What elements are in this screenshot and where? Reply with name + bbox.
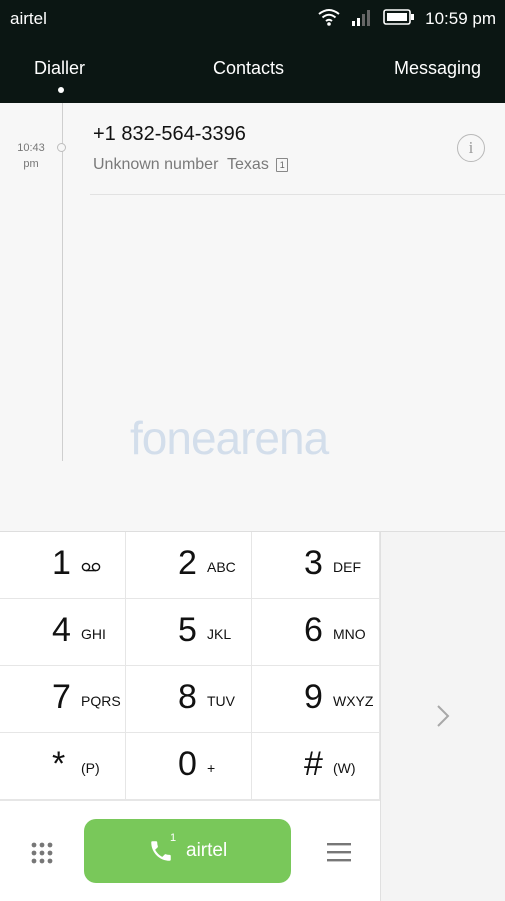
key-digit: 3: [304, 544, 323, 582]
tab-messaging[interactable]: Messaging: [394, 58, 481, 79]
key-letters: (P): [81, 760, 100, 776]
key-letters: ABC: [207, 559, 236, 575]
key-letters: TUV: [207, 693, 235, 709]
call-time-period: pm: [23, 158, 39, 170]
bottom-bar: 1 airtel: [0, 800, 380, 901]
key-letters: +: [207, 760, 216, 776]
tab-bar: Dialler Contacts Messaging: [0, 38, 505, 103]
key-letters: MNO: [333, 626, 366, 642]
carrier-name: airtel: [10, 9, 47, 28]
key-2[interactable]: 2 ABC: [126, 532, 252, 599]
key-digit: *: [52, 745, 66, 783]
tab-dialler[interactable]: Dialler: [34, 58, 85, 79]
call-time-clock: 10:43: [17, 142, 45, 154]
caller-type: Unknown number: [93, 156, 219, 173]
key-5[interactable]: 5 JKL: [126, 599, 252, 666]
key-digit: 5: [178, 611, 197, 649]
key-digit: 8: [178, 678, 197, 716]
tab-contacts[interactable]: Contacts: [213, 58, 284, 79]
key-3[interactable]: 3 DEF: [252, 532, 380, 599]
battery-icon: [383, 8, 415, 30]
status-time: 10:59 pm: [425, 9, 496, 28]
key-digit: 6: [304, 611, 323, 649]
key-letters: GHI: [81, 626, 106, 642]
active-tab-indicator: [58, 87, 64, 93]
call-button-label: airtel: [186, 840, 228, 861]
key-letters: JKL: [207, 626, 232, 642]
key-digit: 2: [178, 544, 197, 582]
key-letters: WXYZ: [333, 693, 374, 709]
menu-icon[interactable]: [326, 842, 352, 862]
voicemail-icon: [81, 559, 101, 575]
key-hash[interactable]: # (W): [252, 733, 380, 800]
timeline-dot: [57, 143, 66, 152]
key-digit: #: [304, 745, 323, 783]
wifi-icon: [317, 8, 341, 31]
info-icon[interactable]: i: [457, 134, 485, 162]
chevron-right-icon[interactable]: [436, 704, 450, 733]
call-sim-number: 1: [170, 832, 177, 844]
key-letters: (W): [333, 760, 356, 776]
key-digit: 1: [52, 544, 71, 582]
status-bar: airtel 10:59 pm: [0, 0, 505, 38]
watermark: fonearena: [130, 411, 329, 465]
key-4[interactable]: 4 GHI: [0, 599, 126, 666]
caller-info: Unknown number Texas 1: [93, 156, 289, 174]
call-time: 10:43 pm: [12, 140, 50, 172]
key-9[interactable]: 9 WXYZ: [252, 666, 380, 733]
key-star[interactable]: * (P): [0, 733, 126, 800]
caller-number: +1 832-564-3396: [93, 123, 246, 145]
dialpad-grid-icon[interactable]: [30, 841, 54, 865]
signal-icon: [351, 8, 373, 31]
sim-badge: 1: [276, 158, 289, 172]
key-letters: DEF: [333, 559, 361, 575]
key-digit: 7: [52, 678, 71, 716]
caller-location: Texas: [227, 156, 269, 173]
key-digit: 4: [52, 611, 71, 649]
key-1[interactable]: 1: [0, 532, 126, 599]
call-button[interactable]: 1 airtel: [84, 819, 291, 883]
key-7[interactable]: 7 PQRS: [0, 666, 126, 733]
key-digit: 0: [178, 745, 197, 783]
timeline-line: [62, 103, 63, 461]
watermark-text: fonearena: [130, 412, 329, 464]
call-log[interactable]: 10:43 pm +1 832-564-3396 Unknown number …: [0, 103, 505, 531]
key-0[interactable]: 0 +: [126, 733, 252, 800]
key-letters: PQRS: [81, 693, 121, 709]
call-log-entry[interactable]: +1 832-564-3396 Unknown number Texas 1 i: [90, 103, 505, 195]
key-8[interactable]: 8 TUV: [126, 666, 252, 733]
dial-keypad: 1 2 ABC 3 DEF 4 GHI 5 JKL 6 MNO 7 PQRS 8…: [0, 531, 380, 801]
key-digit: 9: [304, 678, 323, 716]
status-icons: 10:59 pm: [317, 7, 496, 31]
side-panel[interactable]: [380, 531, 505, 901]
key-6[interactable]: 6 MNO: [252, 599, 380, 666]
